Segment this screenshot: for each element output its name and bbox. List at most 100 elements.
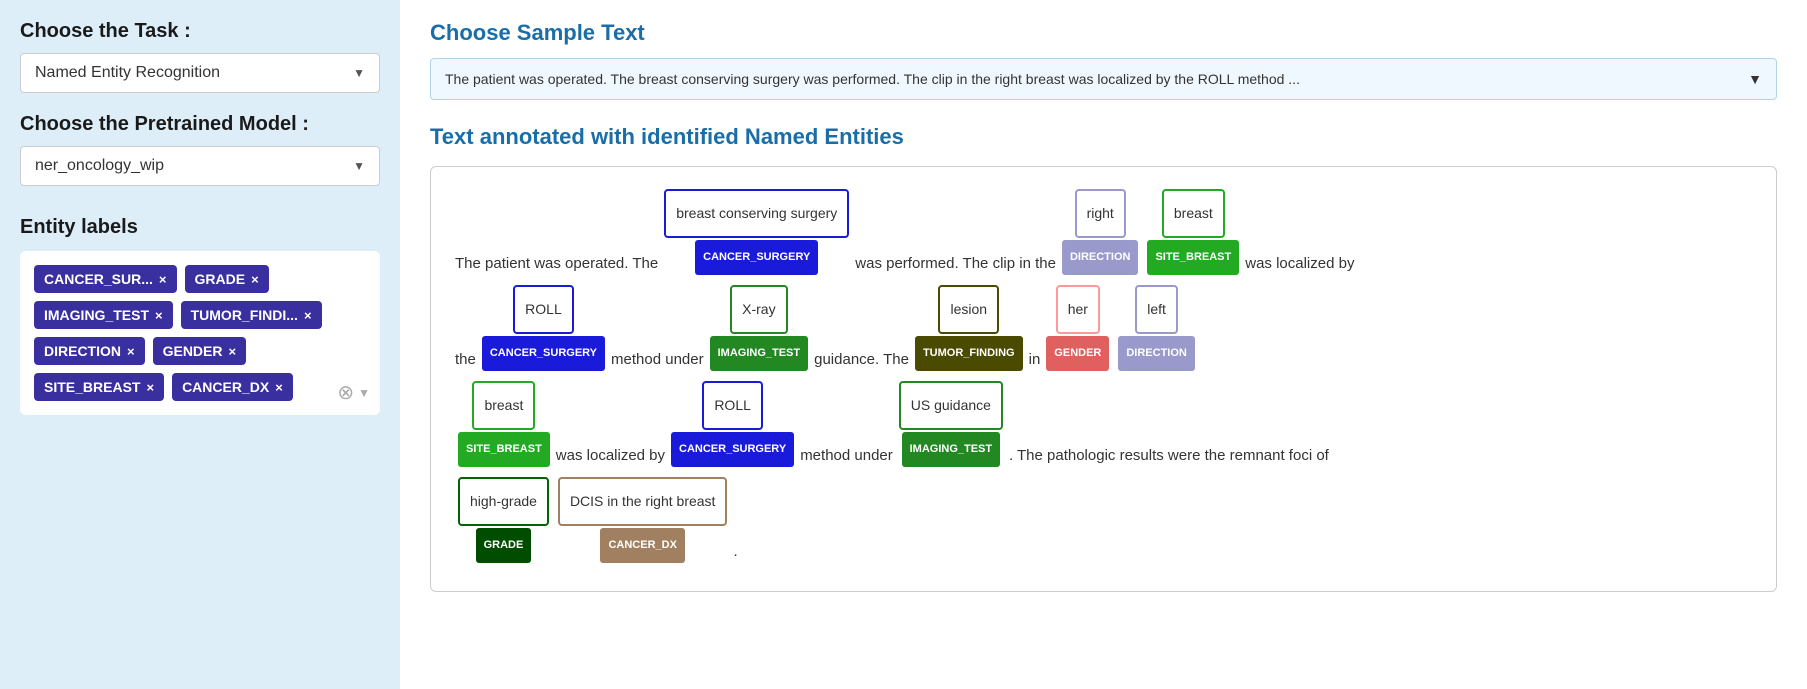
entity-tag-label: SITE_BREAST bbox=[44, 379, 140, 395]
plain-text-8: was localized by bbox=[556, 448, 665, 469]
plain-text-7: in bbox=[1029, 352, 1041, 373]
entity-lesion: lesion TUMOR_FINDING bbox=[915, 285, 1023, 371]
entity-tag-tumor-findi[interactable]: TUMOR_FINDI... × bbox=[181, 301, 322, 329]
entity-tag-direction[interactable]: DIRECTION × bbox=[34, 337, 145, 365]
entity-label: GRADE bbox=[476, 528, 532, 563]
plain-text-10: . The pathologic results were the remnan… bbox=[1009, 448, 1329, 469]
entity-label: DIRECTION bbox=[1062, 240, 1139, 275]
entity-labels-section: Entity labels CANCER_SUR... × GRADE × IM… bbox=[20, 216, 380, 415]
sample-text-value: The patient was operated. The breast con… bbox=[445, 71, 1300, 87]
entity-tag-label: DIRECTION bbox=[44, 343, 121, 359]
entity-label: TUMOR_FINDING bbox=[915, 336, 1023, 371]
task-dropdown-arrow: ▼ bbox=[353, 66, 365, 80]
circle-x-icon: ⊗ bbox=[337, 380, 354, 405]
entity-labels-box: CANCER_SUR... × GRADE × IMAGING_TEST × T… bbox=[20, 251, 380, 415]
model-section: Choose the Pretrained Model : ner_oncolo… bbox=[20, 113, 380, 186]
entity-high-grade: high-grade GRADE bbox=[458, 477, 549, 563]
entity-breast-1: breast SITE_BREAST bbox=[1147, 189, 1239, 275]
entity-word: her bbox=[1056, 285, 1100, 334]
plain-text-3: was localized by bbox=[1245, 256, 1354, 277]
entity-label: CANCER_SURGERY bbox=[695, 240, 818, 275]
entity-label: GENDER bbox=[1046, 336, 1109, 371]
entity-tag-remove[interactable]: × bbox=[146, 380, 154, 395]
entity-tag-cancer-dx[interactable]: CANCER_DX × bbox=[172, 373, 293, 401]
entity-tag-cancer-sur[interactable]: CANCER_SUR... × bbox=[34, 265, 177, 293]
entity-word: breast conserving surgery bbox=[664, 189, 849, 238]
plain-text-1: The patient was operated. The bbox=[455, 256, 658, 277]
sample-text-dropdown[interactable]: The patient was operated. The breast con… bbox=[430, 58, 1777, 100]
plain-text-5: method under bbox=[611, 352, 704, 373]
entity-label: SITE_BREAST bbox=[1147, 240, 1239, 275]
entity-tag-label: GENDER bbox=[163, 343, 223, 359]
model-dropdown-arrow: ▼ bbox=[353, 159, 365, 173]
entity-word: ROLL bbox=[513, 285, 574, 334]
entity-label: DIRECTION bbox=[1118, 336, 1195, 371]
annotation-line-2: the ROLL CANCER_SURGERY method under X-r… bbox=[455, 283, 1752, 373]
main-panel: Choose Sample Text The patient was opera… bbox=[400, 0, 1807, 689]
annotation-line-3: breast SITE_BREAST was localized by ROLL… bbox=[455, 379, 1752, 469]
plain-text-11: . bbox=[733, 544, 737, 565]
dropdown-arrow: ▼ bbox=[358, 386, 370, 400]
entity-word: lesion bbox=[938, 285, 999, 334]
entity-us-guidance: US guidance IMAGING_TEST bbox=[899, 381, 1003, 467]
entity-label: IMAGING_TEST bbox=[902, 432, 1001, 467]
entity-tag-remove[interactable]: × bbox=[159, 272, 167, 287]
task-dropdown[interactable]: Named Entity Recognition ▼ bbox=[20, 53, 380, 93]
entity-label: IMAGING_TEST bbox=[710, 336, 809, 371]
entity-tag-remove[interactable]: × bbox=[304, 308, 312, 323]
entity-tag-gender[interactable]: GENDER × bbox=[153, 337, 247, 365]
annotated-title: Text annotated with identified Named Ent… bbox=[430, 124, 1777, 150]
entity-word: DCIS in the right breast bbox=[558, 477, 728, 526]
entity-right: right DIRECTION bbox=[1062, 189, 1139, 275]
entity-tag-remove[interactable]: × bbox=[229, 344, 237, 359]
entity-word: ROLL bbox=[702, 381, 763, 430]
plain-text-9: method under bbox=[800, 448, 893, 469]
entity-label: SITE_BREAST bbox=[458, 432, 550, 467]
entity-word: X-ray bbox=[730, 285, 787, 334]
entity-roll-1: ROLL CANCER_SURGERY bbox=[482, 285, 605, 371]
entity-tag-remove[interactable]: × bbox=[251, 272, 259, 287]
entity-word: left bbox=[1135, 285, 1178, 334]
choose-sample-title: Choose Sample Text bbox=[430, 20, 1777, 46]
entity-tag-imaging-test[interactable]: IMAGING_TEST × bbox=[34, 301, 173, 329]
entity-label: CANCER_DX bbox=[600, 528, 684, 563]
plain-text-2: was performed. The clip in the bbox=[855, 256, 1056, 277]
entity-label: CANCER_SURGERY bbox=[482, 336, 605, 371]
task-section: Choose the Task : Named Entity Recogniti… bbox=[20, 20, 380, 93]
task-value: Named Entity Recognition bbox=[35, 64, 220, 82]
sidebar: Choose the Task : Named Entity Recogniti… bbox=[0, 0, 400, 689]
entity-word: right bbox=[1075, 189, 1126, 238]
sample-text-arrow: ▼ bbox=[1748, 71, 1762, 87]
entity-tag-site-breast[interactable]: SITE_BREAST × bbox=[34, 373, 164, 401]
entity-left: left DIRECTION bbox=[1118, 285, 1195, 371]
entity-word: high-grade bbox=[458, 477, 549, 526]
model-dropdown[interactable]: ner_oncology_wip ▼ bbox=[20, 146, 380, 186]
entity-word: breast bbox=[472, 381, 535, 430]
plain-text-4: the bbox=[455, 352, 476, 373]
entity-tag-remove[interactable]: × bbox=[275, 380, 283, 395]
model-value: ner_oncology_wip bbox=[35, 157, 164, 175]
entity-word: US guidance bbox=[899, 381, 1003, 430]
entity-tag-label: TUMOR_FINDI... bbox=[191, 307, 298, 323]
entity-dcis: DCIS in the right breast CANCER_DX bbox=[558, 477, 728, 563]
annotation-line-1: The patient was operated. The breast con… bbox=[455, 187, 1752, 277]
entity-tag-grade[interactable]: GRADE × bbox=[185, 265, 269, 293]
entity-word: breast bbox=[1162, 189, 1225, 238]
entity-breast-conserving-surgery: breast conserving surgery CANCER_SURGERY bbox=[664, 189, 849, 275]
entity-roll-2: ROLL CANCER_SURGERY bbox=[671, 381, 794, 467]
entity-tag-label: GRADE bbox=[195, 271, 246, 287]
entity-tag-label: CANCER_SUR... bbox=[44, 271, 153, 287]
entity-tag-remove[interactable]: × bbox=[127, 344, 135, 359]
entity-tag-remove[interactable]: × bbox=[155, 308, 163, 323]
add-entity-button[interactable]: ⊗ ▼ bbox=[337, 380, 370, 405]
entity-tag-label: IMAGING_TEST bbox=[44, 307, 149, 323]
annotation-line-4: high-grade GRADE DCIS in the right breas… bbox=[455, 475, 1752, 565]
plain-text-6: guidance. The bbox=[814, 352, 909, 373]
entity-her: her GENDER bbox=[1046, 285, 1109, 371]
entity-breast-2: breast SITE_BREAST bbox=[458, 381, 550, 467]
annotation-box: The patient was operated. The breast con… bbox=[430, 166, 1777, 592]
model-label: Choose the Pretrained Model : bbox=[20, 113, 380, 136]
entity-label: CANCER_SURGERY bbox=[671, 432, 794, 467]
entity-tag-label: CANCER_DX bbox=[182, 379, 269, 395]
entity-labels-title: Entity labels bbox=[20, 216, 380, 239]
